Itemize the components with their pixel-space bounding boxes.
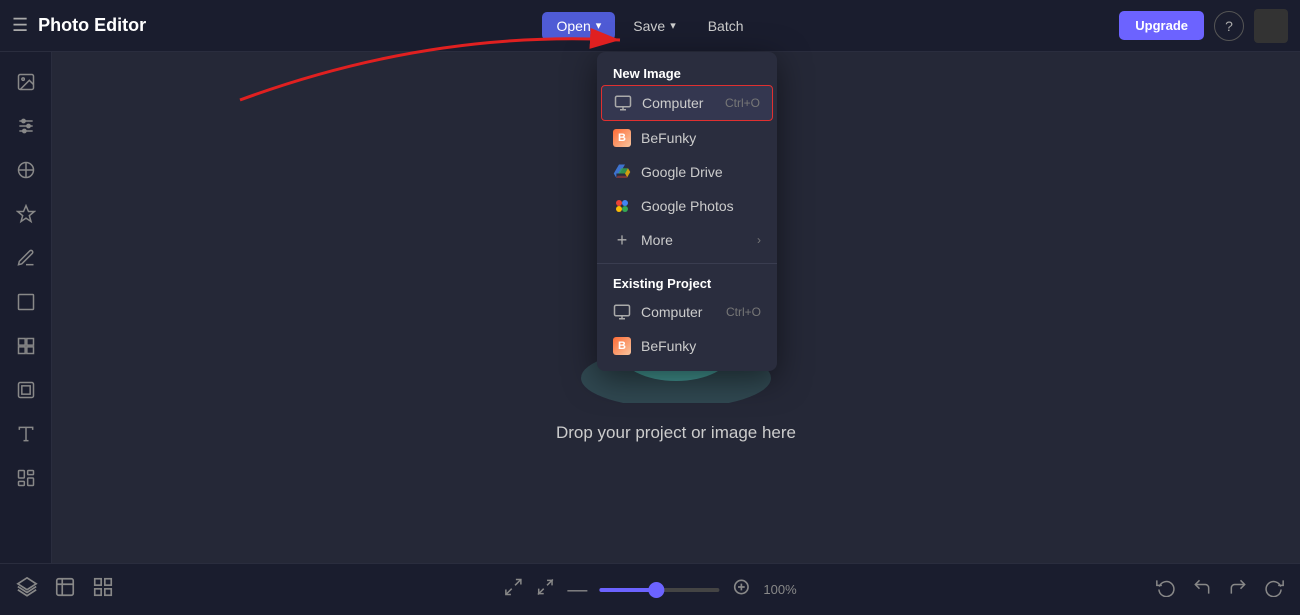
- topbar-left: ☰ Photo Editor: [12, 15, 542, 36]
- save-button[interactable]: Save ▾: [619, 12, 689, 40]
- more-label: More: [641, 232, 673, 248]
- more-icon: +: [613, 231, 631, 249]
- existing-befunky-item[interactable]: B BeFunky: [597, 329, 777, 363]
- zoom-in-icon[interactable]: [731, 577, 751, 602]
- existing-computer-label: Computer: [641, 304, 702, 320]
- undo-history-icon[interactable]: [1156, 577, 1176, 602]
- google-drive-icon: [613, 163, 631, 181]
- dropdown-divider: [597, 263, 777, 264]
- befunky-label: BeFunky: [641, 130, 696, 146]
- app-title: Photo Editor: [38, 15, 146, 36]
- topbar-right: Upgrade ?: [758, 9, 1288, 43]
- help-button[interactable]: ?: [1214, 11, 1244, 41]
- topbar: ☰ Photo Editor Open ▾ Save ▾ Batch Upgra…: [0, 0, 1300, 52]
- new-image-google-drive-item[interactable]: Google Drive: [597, 155, 777, 189]
- existing-befunky-label: BeFunky: [641, 338, 696, 354]
- google-photos-label: Google Photos: [641, 198, 734, 214]
- sidebar-icon-effects[interactable]: [6, 150, 46, 190]
- sidebar-icon-ai[interactable]: [6, 194, 46, 234]
- zoom-label: 100%: [763, 582, 796, 597]
- bottombar-left: [16, 576, 114, 603]
- sidebar-icon-crop[interactable]: [6, 282, 46, 322]
- sidebar-icon-adjust[interactable]: [6, 106, 46, 146]
- fit-icon[interactable]: [535, 577, 555, 602]
- drop-text: Drop your project or image here: [556, 423, 796, 443]
- existing-befunky-icon: B: [613, 337, 631, 355]
- existing-computer-shortcut: Ctrl+O: [726, 305, 761, 319]
- export-icon[interactable]: [54, 576, 76, 603]
- fullscreen-icon[interactable]: [503, 577, 523, 602]
- open-button[interactable]: Open ▾: [542, 12, 615, 40]
- bottombar-right: [1156, 577, 1284, 602]
- zoom-slider[interactable]: [599, 588, 719, 592]
- redo-icon[interactable]: [1228, 577, 1248, 602]
- sidebar-icon-graphics[interactable]: [6, 458, 46, 498]
- reset-icon[interactable]: [1264, 577, 1284, 602]
- upgrade-button[interactable]: Upgrade: [1119, 11, 1204, 40]
- existing-computer-item[interactable]: Computer Ctrl+O: [597, 295, 777, 329]
- topbar-center: Open ▾ Save ▾ Batch: [542, 12, 757, 40]
- google-drive-label: Google Drive: [641, 164, 723, 180]
- sidebar: [0, 52, 52, 615]
- open-dropdown: New Image Computer Ctrl+O B BeFunky Goog…: [597, 52, 777, 371]
- batch-button[interactable]: Batch: [694, 12, 758, 40]
- computer-icon: [614, 94, 632, 112]
- sidebar-icon-retouch[interactable]: [6, 238, 46, 278]
- more-arrow-icon: ›: [757, 233, 761, 247]
- befunky-icon: B: [613, 129, 631, 147]
- sidebar-icon-frames[interactable]: [6, 370, 46, 410]
- existing-computer-icon: [613, 303, 631, 321]
- sidebar-icon-elements[interactable]: [6, 326, 46, 366]
- google-photos-icon: [613, 197, 631, 215]
- avatar[interactable]: [1254, 9, 1288, 43]
- new-image-computer-shortcut: Ctrl+O: [725, 96, 760, 110]
- new-image-befunky-item[interactable]: B BeFunky: [597, 121, 777, 155]
- new-image-more-item[interactable]: + More ›: [597, 223, 777, 257]
- existing-project-section-title: Existing Project: [597, 270, 777, 295]
- grid-icon[interactable]: [92, 576, 114, 603]
- new-image-computer-item[interactable]: Computer Ctrl+O: [601, 85, 773, 121]
- new-image-computer-label: Computer: [642, 95, 703, 111]
- sidebar-icon-text[interactable]: [6, 414, 46, 454]
- bottombar-center: — 100%: [503, 577, 796, 602]
- zoom-out-icon[interactable]: —: [567, 580, 587, 600]
- bottombar: — 100%: [0, 563, 1300, 615]
- sidebar-icon-image[interactable]: [6, 62, 46, 102]
- menu-icon[interactable]: ☰: [12, 15, 28, 36]
- layers-icon[interactable]: [16, 576, 38, 603]
- new-image-section-title: New Image: [597, 60, 777, 85]
- undo-icon[interactable]: [1192, 577, 1212, 602]
- new-image-google-photos-item[interactable]: Google Photos: [597, 189, 777, 223]
